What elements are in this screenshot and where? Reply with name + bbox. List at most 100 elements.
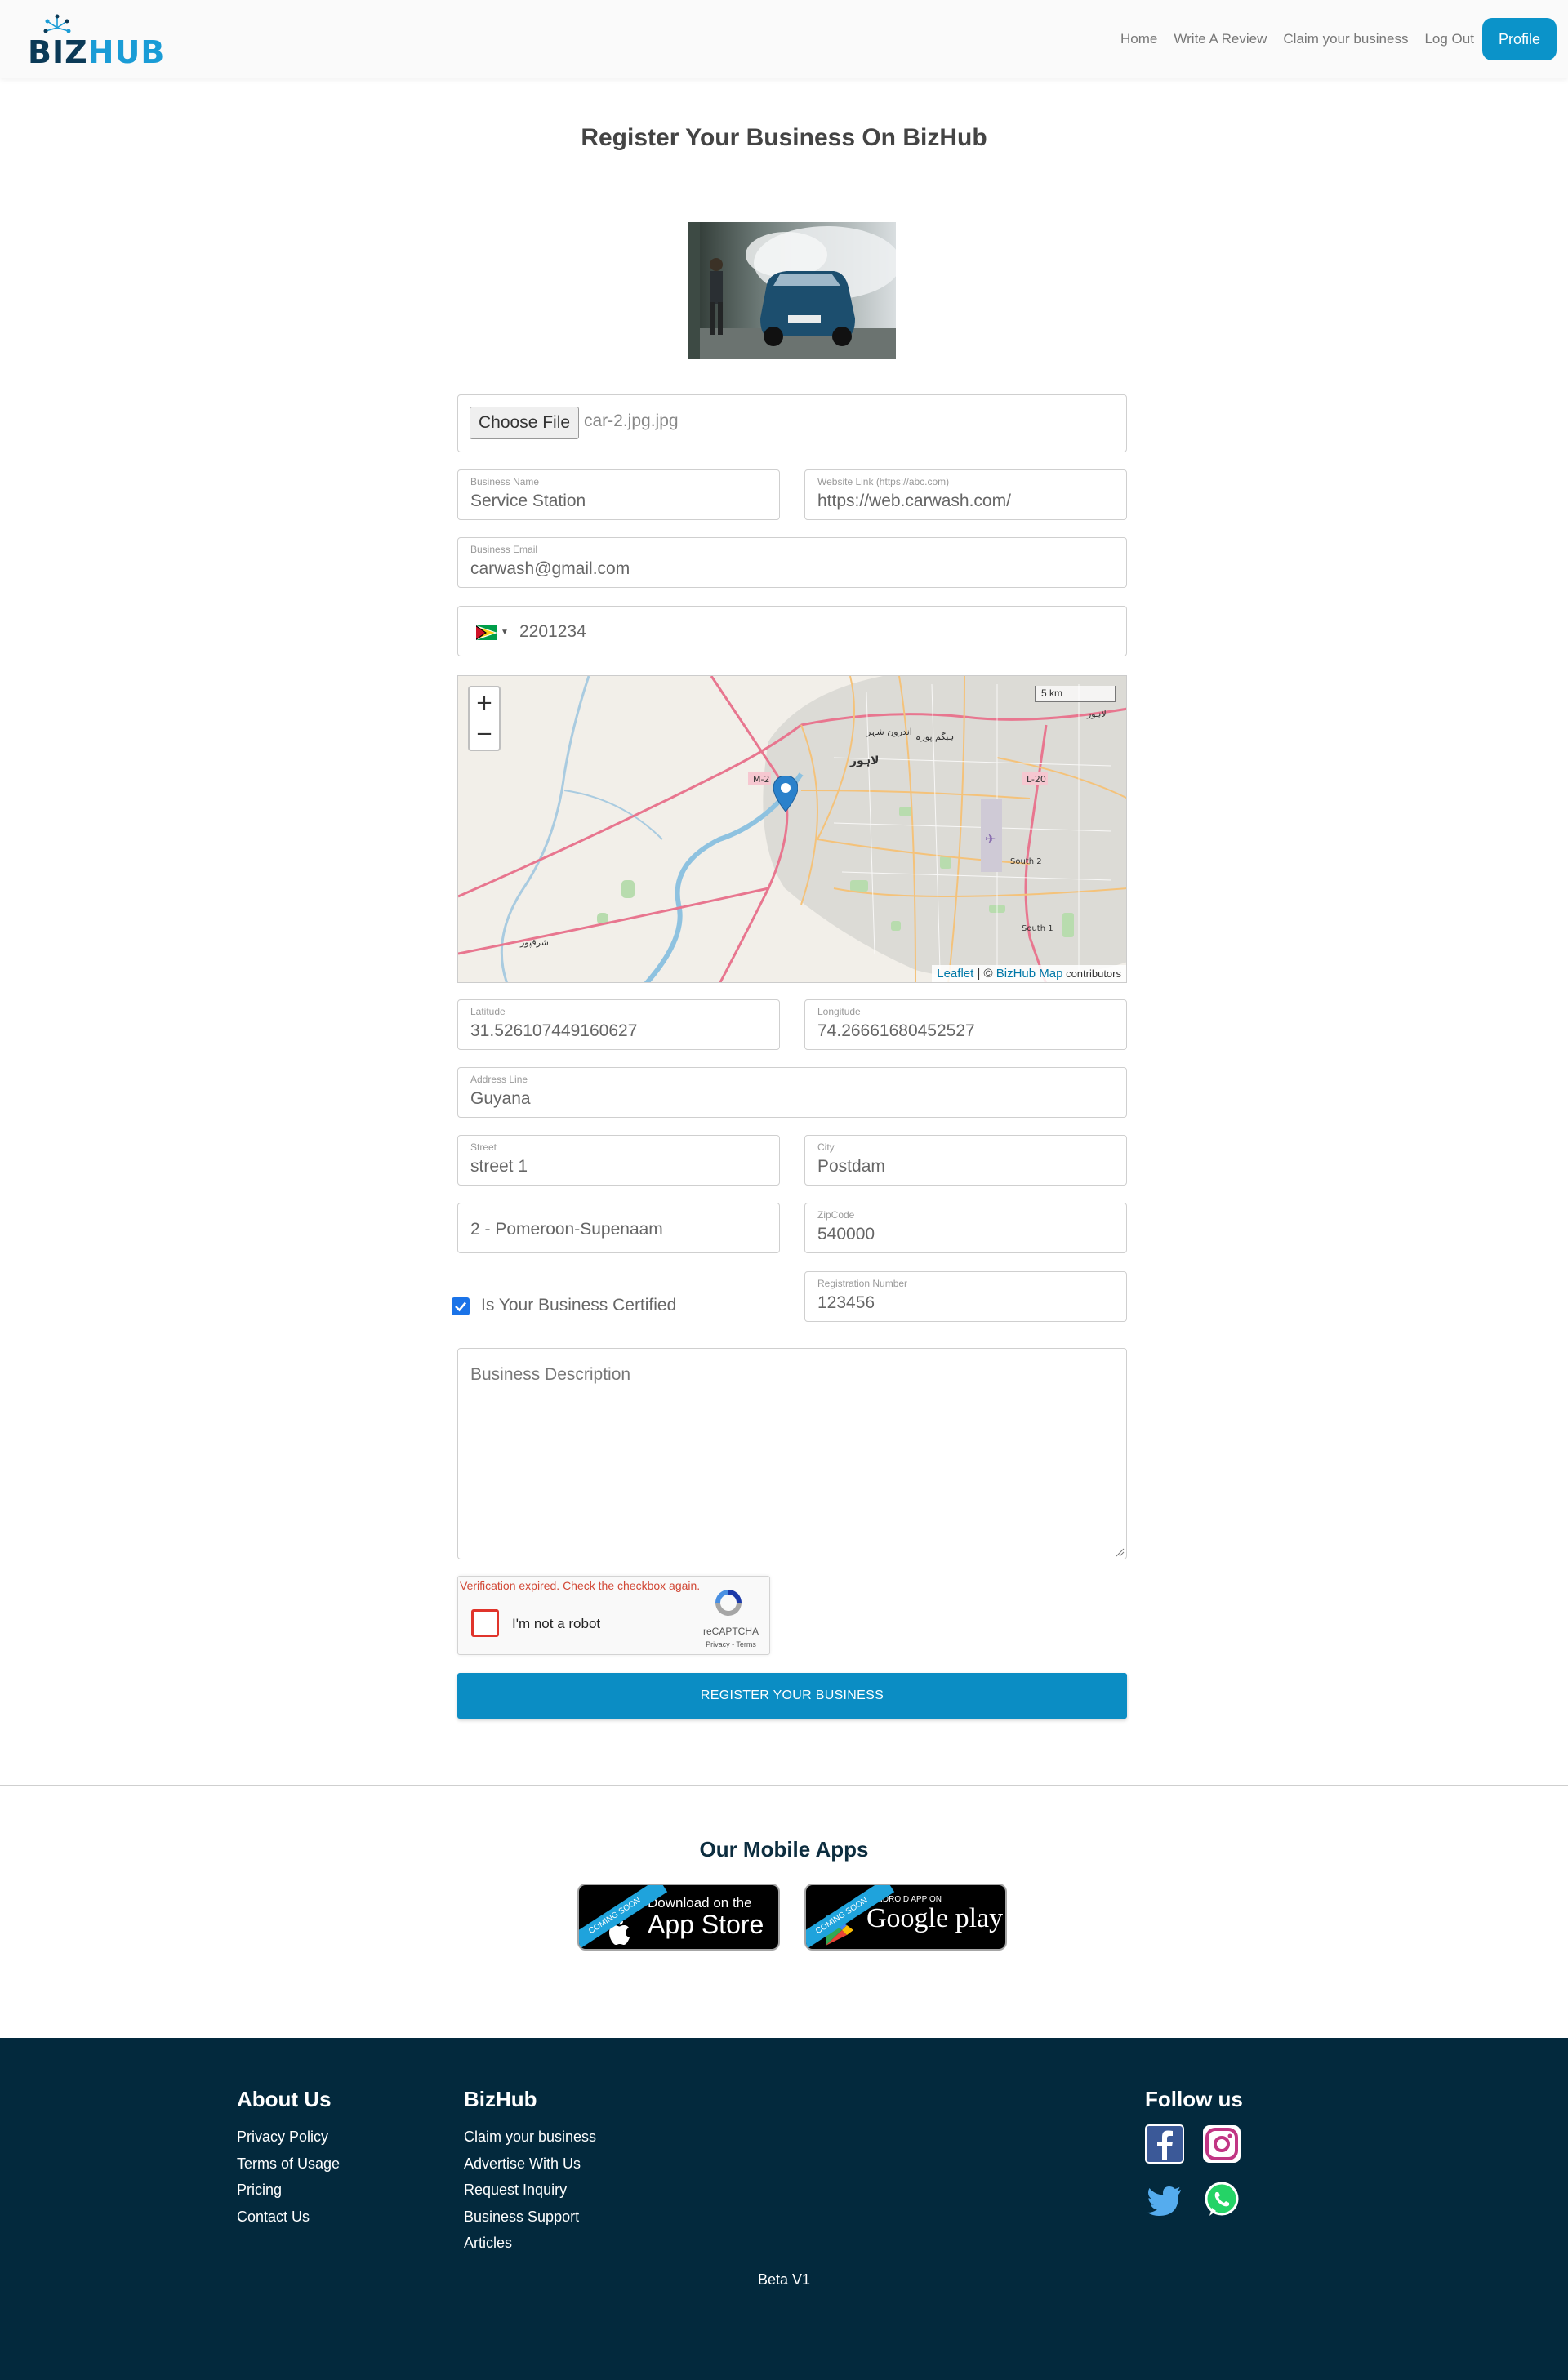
resize-handle-icon[interactable]: [1115, 1547, 1125, 1557]
map-label-l20: L-20: [1027, 774, 1046, 785]
selected-file-name: car-2.jpg.jpg: [584, 411, 679, 430]
website-link-field[interactable]: Website Link (https://abc.com) https://w…: [804, 469, 1127, 520]
footer-link-articles[interactable]: Articles: [464, 2230, 596, 2257]
footer-link-support[interactable]: Business Support: [464, 2204, 596, 2231]
zoom-out-button[interactable]: −: [470, 718, 499, 750]
map-marker-icon[interactable]: [773, 776, 798, 812]
map-label-m2: M-2: [753, 774, 769, 785]
longitude-field[interactable]: Longitude 74.26661680452527: [804, 999, 1127, 1050]
captcha-checkbox[interactable]: [471, 1609, 499, 1637]
zoom-in-button[interactable]: +: [470, 687, 499, 718]
city-value: Postdam: [817, 1157, 885, 1176]
business-name-value: Service Station: [470, 492, 586, 510]
attribution-contributors: contributors: [1062, 968, 1121, 980]
svg-text:✈: ✈: [985, 831, 996, 847]
website-link-label: Website Link (https://abc.com): [817, 476, 950, 487]
zipcode-field[interactable]: ZipCode 540000: [804, 1203, 1127, 1253]
footer-about-title: About Us: [237, 2087, 332, 2111]
twitter-icon[interactable]: [1145, 2180, 1184, 2219]
nav-logout[interactable]: Log Out: [1424, 31, 1474, 47]
checkmark-icon: [455, 1301, 466, 1312]
business-email-label: Business Email: [470, 544, 538, 555]
top-navbar: BIZHUB Home Write A Review Claim your bu…: [0, 0, 1568, 78]
captcha-label: I'm not a robot: [512, 1616, 601, 1631]
page-title: Register Your Business On BizHub: [581, 124, 987, 151]
footer-link-privacy[interactable]: Privacy Policy: [237, 2124, 340, 2151]
guyana-flag-icon[interactable]: [476, 625, 497, 640]
site-footer: About Us Privacy Policy Terms of Usage P…: [0, 2038, 1568, 2380]
whatsapp-icon[interactable]: [1202, 2180, 1241, 2219]
app-store-line1: Download on the: [648, 1895, 752, 1911]
latitude-field[interactable]: Latitude 31.526107449160627: [457, 999, 780, 1050]
bizhub-logo[interactable]: BIZHUB: [28, 13, 164, 70]
footer-link-advertise[interactable]: Advertise With Us: [464, 2151, 596, 2178]
nav-home[interactable]: Home: [1120, 31, 1157, 47]
phone-value: 2201234: [519, 622, 586, 641]
map-scale-bar: 5 km: [1035, 686, 1116, 702]
attribution-separator: | ©: [973, 967, 996, 981]
recaptcha-brand: reCAPTCHA: [702, 1626, 759, 1637]
map-label-androon: اندرون شہر: [866, 727, 912, 737]
address-line-field[interactable]: Address Line Guyana: [457, 1067, 1127, 1118]
registration-number-label: Registration Number: [817, 1278, 908, 1289]
longitude-label: Longitude: [817, 1006, 861, 1017]
country-dropdown-caret-icon[interactable]: ▼: [501, 628, 509, 637]
map-label-lahore: لاہور: [849, 754, 879, 767]
business-description-textarea[interactable]: Business Description: [457, 1348, 1127, 1559]
business-email-value: carwash@gmail.com: [470, 559, 630, 578]
section-divider: [0, 1785, 1568, 1786]
map-label-sharaqpur: شرقپور: [519, 937, 549, 948]
street-field[interactable]: Street street 1: [457, 1135, 780, 1186]
map-label-lahore-2: لاہور: [1086, 709, 1107, 719]
map-attribution: Leaflet | © BizHub Map contributors: [932, 965, 1126, 982]
longitude-value: 74.26661680452527: [817, 1021, 975, 1040]
street-value: street 1: [470, 1157, 528, 1176]
certified-label[interactable]: Is Your Business Certified: [481, 1296, 676, 1315]
certified-checkbox[interactable]: [452, 1297, 470, 1315]
city-label: City: [817, 1141, 835, 1153]
instagram-icon[interactable]: [1202, 2124, 1241, 2164]
app-store-badge[interactable]: Download on the App Store COMING SOON: [577, 1884, 780, 1951]
website-link-value: https://web.carwash.com/: [817, 492, 1011, 510]
recaptcha-privacy-terms[interactable]: Privacy - Terms: [700, 1640, 762, 1648]
choose-file-button[interactable]: Choose File: [470, 407, 580, 439]
registration-number-value: 123456: [817, 1293, 875, 1312]
footer-link-terms[interactable]: Terms of Usage: [237, 2151, 340, 2178]
footer-link-inquiry[interactable]: Request Inquiry: [464, 2177, 596, 2204]
map-tiles: M-2 L-20 South 2 South 1 لاہور لاہور اند…: [458, 676, 1126, 982]
map-label-south2: South 2: [1010, 857, 1042, 866]
city-field[interactable]: City Postdam: [804, 1135, 1127, 1186]
app-store-line2: App Store: [648, 1910, 764, 1939]
facebook-icon[interactable]: [1145, 2124, 1184, 2164]
main-nav: Home Write A Review Claim your business …: [1104, 18, 1557, 60]
region-select[interactable]: 2 - Pomeroon-Supenaam: [457, 1203, 780, 1253]
footer-link-claim[interactable]: Claim your business: [464, 2124, 596, 2151]
registration-number-field[interactable]: Registration Number 123456: [804, 1271, 1127, 1322]
leaflet-link[interactable]: Leaflet: [937, 967, 973, 981]
business-name-field[interactable]: Business Name Service Station: [457, 469, 780, 520]
business-image-preview: [688, 222, 896, 359]
phone-field[interactable]: ▼ 2201234: [457, 606, 1127, 656]
google-play-line2: Google play: [866, 1903, 1004, 1933]
mobile-apps-title: Our Mobile Apps: [699, 1837, 869, 1862]
logo-text: BIZHUB: [28, 34, 166, 70]
footer-bizhub: BizHub Claim your business Advertise Wit…: [464, 2087, 596, 2257]
captcha-error: Verification expired. Check the checkbox…: [460, 1579, 701, 1592]
business-email-field[interactable]: Business Email carwash@gmail.com: [457, 537, 1127, 588]
map-label-begumpura: ہیگم پورہ: [915, 732, 954, 742]
location-map[interactable]: M-2 L-20 South 2 South 1 لاہور لاہور اند…: [457, 675, 1127, 983]
bizhub-map-link[interactable]: BizHub Map: [996, 967, 1063, 981]
street-label: Street: [470, 1141, 497, 1153]
footer-link-pricing[interactable]: Pricing: [237, 2177, 340, 2204]
profile-button[interactable]: Profile: [1481, 18, 1557, 60]
register-business-button[interactable]: REGISTER YOUR BUSINESS: [457, 1673, 1127, 1719]
footer-bizhub-title: BizHub: [464, 2087, 537, 2111]
zipcode-value: 540000: [817, 1225, 875, 1243]
nav-write-review[interactable]: Write A Review: [1174, 31, 1267, 47]
nav-claim-business[interactable]: Claim your business: [1283, 31, 1408, 47]
region-value: 2 - Pomeroon-Supenaam: [470, 1220, 663, 1239]
google-play-badge[interactable]: ANDROID APP ON Google play COMING SOON: [804, 1884, 1007, 1951]
map-label-south1: South 1: [1022, 924, 1054, 933]
footer-link-contact[interactable]: Contact Us: [237, 2204, 340, 2231]
image-file-input[interactable]: Choose File car-2.jpg.jpg: [457, 394, 1127, 452]
